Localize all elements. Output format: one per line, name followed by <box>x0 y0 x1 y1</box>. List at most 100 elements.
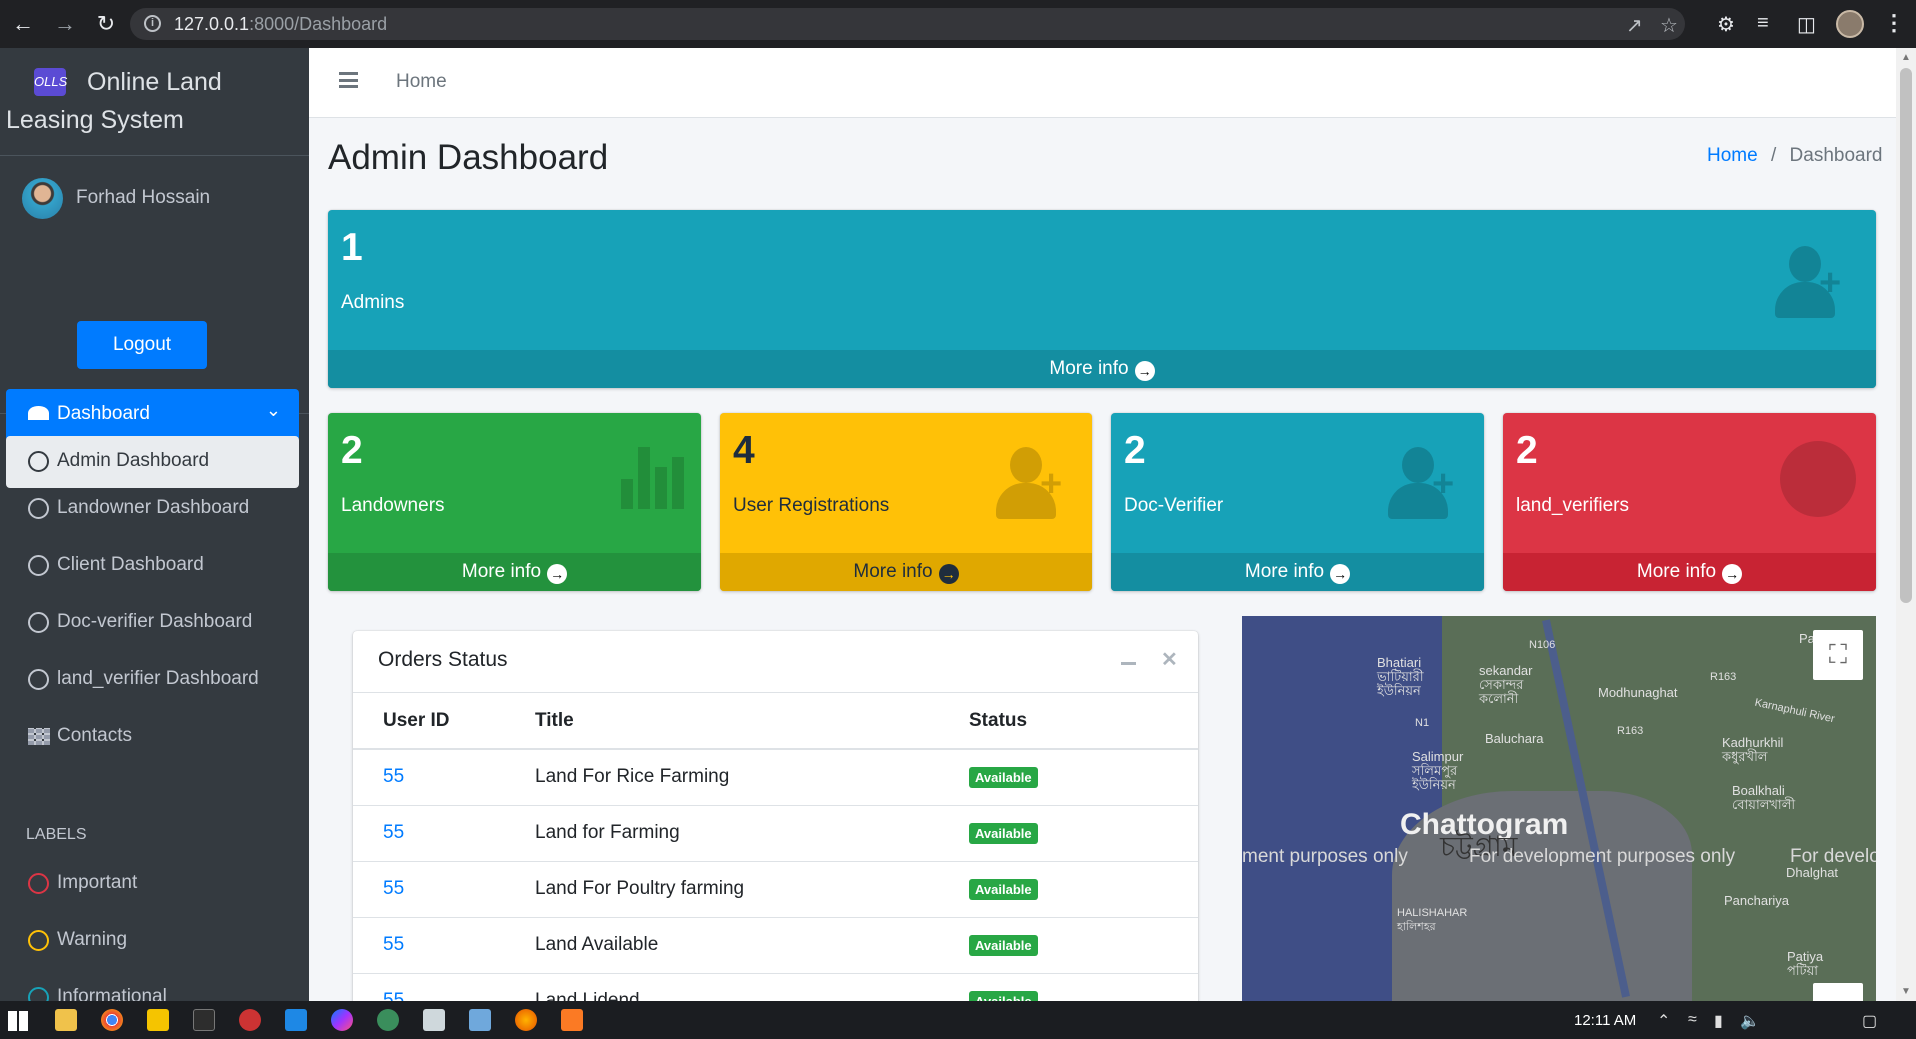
taskbar-clock[interactable]: 12:11 AM <box>1574 1012 1636 1029</box>
scroll-down-arrow[interactable]: ▼ <box>1901 986 1911 997</box>
user-id-link[interactable]: 55 <box>383 934 404 955</box>
wifi-icon[interactable]: ≈ <box>1688 1011 1697 1029</box>
landverifiers-more-info-link[interactable]: More info → <box>1503 553 1876 591</box>
logout-button[interactable]: Logout <box>77 321 207 369</box>
app-icon[interactable] <box>377 1009 399 1031</box>
chrome-icon[interactable] <box>101 1009 123 1031</box>
map-road-label: R163 <box>1617 725 1644 737</box>
user-name[interactable]: Forhad Hossain <box>76 187 210 209</box>
notepad-icon[interactable] <box>423 1009 445 1031</box>
sidebar-label-informational[interactable]: Informational <box>6 972 299 1001</box>
brand-logo: OLLS <box>34 68 67 96</box>
bookmark-star-icon[interactable]: ☆ <box>1660 13 1678 38</box>
app-icon[interactable] <box>239 1009 261 1031</box>
browser-menu-icon[interactable]: ⋮ <box>1883 10 1905 36</box>
sticky-notes-icon[interactable] <box>147 1009 169 1031</box>
battery-icon[interactable]: ▮ <box>1714 1011 1723 1031</box>
side-panel-icon[interactable]: ◫ <box>1797 12 1816 37</box>
vscode-icon[interactable] <box>285 1009 307 1031</box>
user-id-link[interactable]: 55 <box>383 878 404 899</box>
address-bar[interactable]: i 127.0.0.1:8000/Dashboard ↗ ☆ <box>130 8 1685 40</box>
landowners-more-info-link[interactable]: More info → <box>328 553 701 591</box>
browser-toolbar: ← → ↻ i 127.0.0.1:8000/Dashboard ↗ ☆ ⚙ ≡… <box>0 0 1916 48</box>
sidebar-item-client-dashboard[interactable]: Client Dashboard <box>6 540 299 592</box>
app-icon[interactable] <box>469 1009 491 1031</box>
order-title: Land For Rice Farming <box>535 749 969 806</box>
admins-more-info-link[interactable]: More info → <box>328 350 1876 388</box>
sidebar-item-contacts[interactable]: Contacts <box>6 711 299 763</box>
forward-icon[interactable]: → <box>52 11 78 37</box>
scrollbar-thumb[interactable] <box>1900 68 1912 603</box>
hamburger-menu-icon[interactable] <box>339 72 358 88</box>
status-badge: Available <box>969 879 1038 900</box>
sidebar-item-landverifier-dashboard[interactable]: land_verifier Dashboard <box>6 654 299 706</box>
fullscreen-icon[interactable]: ⛶ <box>1813 630 1863 680</box>
order-title: Land For Poultry farming <box>535 861 969 918</box>
xampp-icon[interactable] <box>561 1009 583 1031</box>
user-plus-icon: + <box>996 447 1064 519</box>
reload-icon[interactable]: ↻ <box>93 11 119 37</box>
messenger-icon[interactable] <box>331 1009 353 1031</box>
tray-chevron-up-icon[interactable]: ⌃ <box>1657 1011 1670 1031</box>
sidebar-label-important[interactable]: Important <box>6 858 299 910</box>
sidebar-item-label: Informational <box>57 986 167 1001</box>
card-title: Orders Status <box>378 648 508 671</box>
map-label: Patiya পটিয়া <box>1787 949 1824 978</box>
close-icon[interactable]: ✕ <box>1161 647 1178 672</box>
landowners-count: 2 <box>341 429 363 472</box>
th-grid-icon <box>28 728 50 745</box>
map-label: Salimpur সলিমপুর ইউনিয়ন <box>1412 749 1464 792</box>
table-row: 55 Land For Rice Farming Available <box>353 749 1198 806</box>
terminal-icon[interactable] <box>193 1009 215 1031</box>
sidebar-item-admin-dashboard[interactable]: Admin Dashboard <box>6 436 299 488</box>
profile-avatar[interactable] <box>1836 10 1864 38</box>
map-label: Panchariya <box>1724 893 1790 908</box>
map-label: Modhunaghat <box>1598 685 1678 700</box>
table-header-row: User ID Title Status <box>353 693 1198 750</box>
site-info-icon[interactable]: i <box>144 15 161 32</box>
nav-home-link[interactable]: Home <box>396 71 447 93</box>
sidebar-item-dashboard[interactable]: Dashboard ⌄ <box>6 389 299 441</box>
table-row: 55 Land Available Available <box>353 917 1198 974</box>
sidebar-item-landowner-dashboard[interactable]: Landowner Dashboard <box>6 483 299 535</box>
sidebar-item-label: Warning <box>57 929 128 950</box>
brand-link[interactable]: OLLS Online Land Leasing System <box>0 48 309 156</box>
admins-count: 1 <box>341 226 363 269</box>
map-road-label: N1 <box>1415 717 1430 729</box>
windows-start-icon[interactable] <box>8 1011 28 1031</box>
map-label: Kadhurkhil কধুরখীল <box>1722 735 1784 764</box>
share-icon[interactable]: ↗ <box>1626 13 1643 38</box>
sidebar-item-docverifier-dashboard[interactable]: Doc-verifier Dashboard <box>6 597 299 649</box>
page-scrollbar[interactable]: ▲ ▼ <box>1896 48 1916 1001</box>
zoom-control[interactable] <box>1813 983 1863 1001</box>
pie-chart-icon <box>1780 441 1856 517</box>
reading-list-icon[interactable]: ≡ <box>1757 12 1769 35</box>
sidebar-item-label: Client Dashboard <box>57 554 204 575</box>
order-title: Land Available <box>535 917 969 974</box>
map-widget[interactable]: Bhatiari ভাটিয়ারী ইউনিয়ন sekandar সেকা… <box>1242 616 1876 1001</box>
map-label: Dhalghat <box>1786 865 1839 880</box>
breadcrumb-separator: / <box>1770 145 1777 166</box>
minimize-icon[interactable] <box>1121 662 1136 665</box>
landowners-box: 2 Landowners More info → <box>328 413 701 591</box>
brand-title-line2: Leasing System <box>6 106 184 134</box>
map-label: HALISHAHAR হালিশহর <box>1397 907 1468 933</box>
arrow-circle-right-icon: → <box>547 564 568 584</box>
sidebar-item-label: Admin Dashboard <box>57 450 210 471</box>
file-explorer-icon[interactable] <box>55 1009 77 1031</box>
back-icon[interactable]: ← <box>10 11 36 37</box>
notifications-icon[interactable]: ▢ <box>1862 1011 1877 1031</box>
breadcrumb-home[interactable]: Home <box>1707 145 1758 166</box>
scroll-up-arrow[interactable]: ▲ <box>1901 52 1911 63</box>
order-title: Land for Farming <box>535 805 969 862</box>
registrations-more-info-link[interactable]: More info → <box>720 553 1092 591</box>
firefox-icon[interactable] <box>515 1009 537 1031</box>
user-id-link[interactable]: 55 <box>383 766 404 787</box>
brand-title-line1: Online Land <box>87 68 222 96</box>
circle-icon <box>28 498 49 519</box>
extensions-icon[interactable]: ⚙ <box>1717 12 1735 37</box>
volume-icon[interactable]: 🔈 <box>1740 1011 1760 1031</box>
user-id-link[interactable]: 55 <box>383 822 404 843</box>
sidebar-label-warning[interactable]: Warning <box>6 915 299 967</box>
docverifier-more-info-link[interactable]: More info → <box>1111 553 1484 591</box>
